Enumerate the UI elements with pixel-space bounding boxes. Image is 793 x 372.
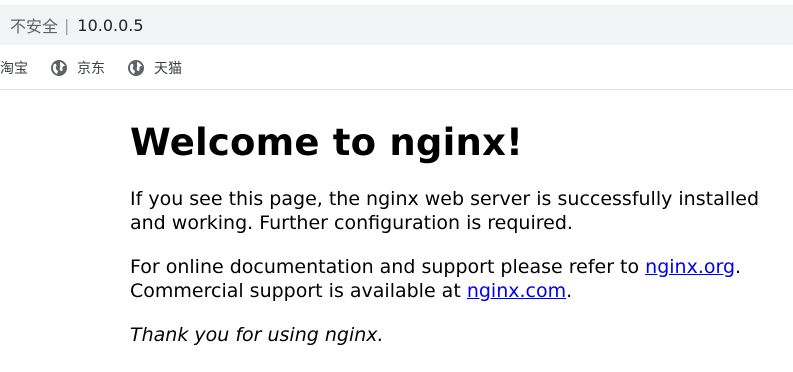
globe-icon xyxy=(127,59,145,77)
intro-paragraph: If you see this page, the nginx web serv… xyxy=(130,188,760,234)
bookmark-taobao[interactable]: 淘宝 xyxy=(0,54,28,82)
url-text[interactable]: 10.0.0.5 xyxy=(77,16,143,35)
page-title: Welcome to nginx! xyxy=(130,121,524,164)
nginx-org-link[interactable]: nginx.org xyxy=(645,256,735,278)
thanks-paragraph: Thank you for using nginx. xyxy=(130,324,384,346)
docs-paragraph: For online documentation and support ple… xyxy=(130,255,770,303)
bookmarks-bar: 淘宝 京东 天猫 xyxy=(0,52,793,84)
address-separator: | xyxy=(64,15,70,35)
bookmark-label: 天猫 xyxy=(154,61,182,77)
docs-period: . xyxy=(735,256,742,278)
commercial-text: Commercial support is available at xyxy=(130,280,467,302)
bookmark-label: 淘宝 xyxy=(0,61,28,77)
browser-chrome: 不安全 | 10.0.0.5 淘宝 京东 天猫 xyxy=(0,0,793,90)
address-bar[interactable]: 不安全 | 10.0.0.5 xyxy=(0,5,793,45)
bookmark-jd[interactable]: 京东 xyxy=(50,54,105,82)
security-indicator[interactable]: 不安全 xyxy=(10,13,58,37)
docs-text: For online documentation and support ple… xyxy=(130,256,646,278)
globe-icon xyxy=(50,59,68,77)
page-content: Welcome to nginx! If you see this page, … xyxy=(130,90,770,347)
commercial-period: . xyxy=(566,280,573,302)
bookmark-label: 京东 xyxy=(77,61,105,77)
bookmark-tmall[interactable]: 天猫 xyxy=(127,54,182,82)
nginx-com-link[interactable]: nginx.com xyxy=(467,280,566,302)
